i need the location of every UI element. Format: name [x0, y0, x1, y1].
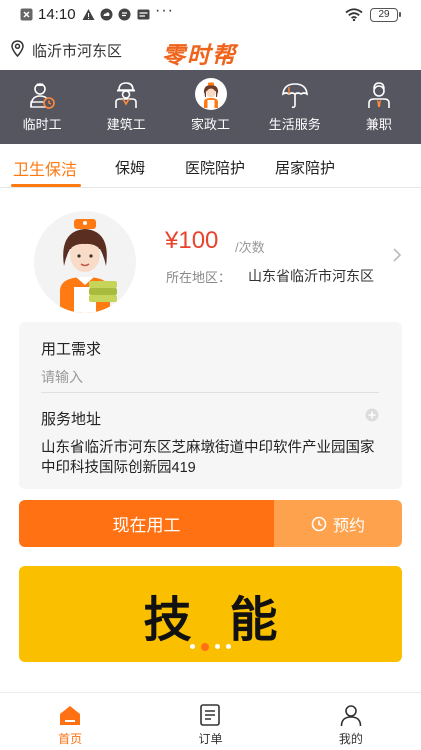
bottom-nav: 首页 订单 我的	[0, 692, 421, 750]
category-item-life-service[interactable]: 生活服务	[253, 70, 337, 144]
location-pin-icon[interactable]	[10, 40, 25, 57]
tab-hospital-care[interactable]: 医院陪护	[185, 157, 245, 178]
service-avatar	[34, 211, 136, 313]
wifi-icon	[345, 8, 363, 21]
demand-input[interactable]	[41, 366, 379, 388]
clock-icon	[311, 516, 327, 531]
umbrella-icon	[281, 83, 308, 109]
book-label: 预约	[332, 517, 365, 535]
address-label: 服务地址	[41, 411, 102, 428]
category-nav: 临时工 建筑工 家政工 生活服务 兼职	[0, 70, 421, 144]
housekeeper-icon	[203, 82, 218, 108]
bottom-nav-home[interactable]: 首页	[0, 693, 140, 750]
category-item-construction[interactable]: 建筑工	[84, 70, 168, 144]
bottom-nav-label: 我的	[338, 732, 363, 746]
category-label: 临时工	[22, 117, 62, 132]
message-icon	[118, 8, 131, 21]
status-bar: 14:10 ··· 29	[0, 0, 421, 30]
close-box-icon	[20, 8, 33, 21]
price-unit: /次数	[235, 240, 265, 255]
hire-now-label: 现在用工	[112, 516, 181, 535]
home-icon	[60, 706, 81, 725]
status-more-dots: ···	[155, 2, 174, 19]
region-label: 所在地区：	[166, 270, 232, 285]
top-bar: 临沂市河东区 零时帮	[0, 30, 421, 70]
app-logo: 零时帮	[162, 42, 237, 69]
profile-icon	[340, 705, 362, 727]
category-label: 兼职	[365, 117, 392, 132]
chevron-right-icon[interactable]	[392, 247, 402, 263]
card-icon	[137, 9, 150, 20]
category-label: 建筑工	[106, 117, 146, 132]
hire-now-button[interactable]: 现在用工	[19, 500, 274, 547]
carousel-dot[interactable]	[215, 644, 220, 649]
category-label: 生活服务	[268, 117, 321, 132]
battery-icon: 29	[370, 8, 401, 22]
category-label: 家政工	[191, 117, 231, 132]
bottom-nav-label: 首页	[58, 732, 83, 746]
active-tab-indicator	[11, 184, 81, 187]
carousel-dots	[19, 643, 402, 651]
bottom-nav-profile[interactable]: 我的	[281, 693, 421, 750]
promo-banner[interactable]: 技能	[19, 566, 402, 662]
bottom-nav-orders[interactable]: 订单	[140, 693, 280, 750]
carousel-dot[interactable]	[226, 644, 231, 649]
order-icon	[200, 704, 221, 726]
service-price: ¥100	[165, 227, 219, 254]
category-item-part-time[interactable]: 兼职	[337, 70, 421, 144]
bottom-nav-label: 订单	[198, 732, 223, 746]
cleaner-illustration-icon	[60, 219, 117, 313]
carousel-dot-active[interactable]	[201, 643, 209, 651]
demand-label: 用工需求	[41, 341, 102, 358]
add-address-icon[interactable]	[365, 408, 379, 422]
region-value: 山东省临沂市河东区	[248, 268, 374, 284]
worker-clock-icon	[30, 83, 55, 109]
status-time: 14:10	[38, 6, 76, 23]
tab-cleaning[interactable]: 卫生保洁	[13, 156, 77, 180]
category-item-temp-worker[interactable]: 临时工	[0, 70, 84, 144]
carousel-dot[interactable]	[190, 644, 195, 649]
warning-icon	[82, 9, 95, 20]
tab-nanny[interactable]: 保姆	[115, 157, 145, 178]
location-label[interactable]: 临沂市河东区	[32, 40, 122, 61]
book-button[interactable]: 预约	[274, 500, 402, 547]
category-item-housekeeping[interactable]: 家政工	[168, 70, 252, 144]
address-value[interactable]: 山东省临沂市河东区芝麻墩街道中印软件产业园国家中印科技国际创新园419	[41, 438, 386, 478]
construction-worker-icon	[115, 82, 138, 108]
suit-person-icon	[368, 82, 390, 108]
tab-home-care[interactable]: 居家陪护	[275, 157, 335, 178]
banner-text: 技能	[143, 592, 316, 648]
order-form-card: 用工需求 服务地址 山东省临沂市河东区芝麻墩街道中印软件产业园国家中印科技国际创…	[19, 322, 402, 489]
form-divider	[41, 392, 379, 393]
service-info[interactable]: ¥100 /次数 所在地区： 山东省临沂市河东区	[0, 189, 421, 319]
service-tabs: 卫生保洁 保姆 医院陪护 居家陪护	[0, 144, 421, 188]
action-buttons: 现在用工 预约	[19, 500, 402, 547]
cloud-icon	[100, 8, 113, 21]
